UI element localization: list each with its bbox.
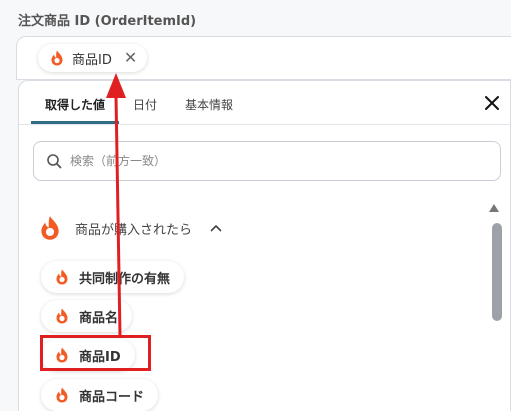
close-icon <box>485 96 499 110</box>
tab-fetched-values[interactable]: 取得した値 <box>31 81 120 124</box>
list-item[interactable]: 商品コード <box>41 379 159 411</box>
search-icon <box>46 153 62 169</box>
hubspot-icon <box>55 387 69 403</box>
scrollbar-thumb[interactable] <box>492 223 502 321</box>
search-box[interactable] <box>33 141 501 181</box>
hubspot-icon <box>39 215 61 241</box>
trigger-group-header[interactable]: 商品が購入されたら <box>39 215 222 241</box>
tab-basic-info[interactable]: 基本情報 <box>171 81 247 124</box>
list-item-label: 商品名 <box>79 310 119 326</box>
chip-remove-button[interactable]: ✕ <box>124 50 137 66</box>
group-label: 商品が購入されたら <box>75 222 193 238</box>
scroll-up-arrow[interactable] <box>488 203 500 213</box>
tab-divider <box>19 124 510 125</box>
list-item[interactable]: 商品名 <box>41 300 133 332</box>
hubspot-icon <box>50 50 64 66</box>
field-label: 注文商品 ID (OrderItemId) <box>18 14 197 29</box>
list-item-label: 共同制作の有無 <box>79 271 171 287</box>
selected-value-chip[interactable]: 商品ID ✕ <box>38 44 148 72</box>
search-input[interactable] <box>70 154 500 168</box>
tab-bar: 取得した値 日付 基本情報 <box>31 81 247 125</box>
hubspot-icon <box>55 308 69 324</box>
tab-date[interactable]: 日付 <box>119 81 171 124</box>
hubspot-icon <box>55 269 69 285</box>
list-item[interactable]: 共同制作の有無 <box>41 261 185 293</box>
close-panel-button[interactable] <box>482 93 502 113</box>
highlight-box <box>40 335 151 371</box>
chevron-up-icon <box>210 223 222 233</box>
list-item-label: 商品コード <box>79 389 145 405</box>
chip-label: 商品ID <box>72 52 112 68</box>
